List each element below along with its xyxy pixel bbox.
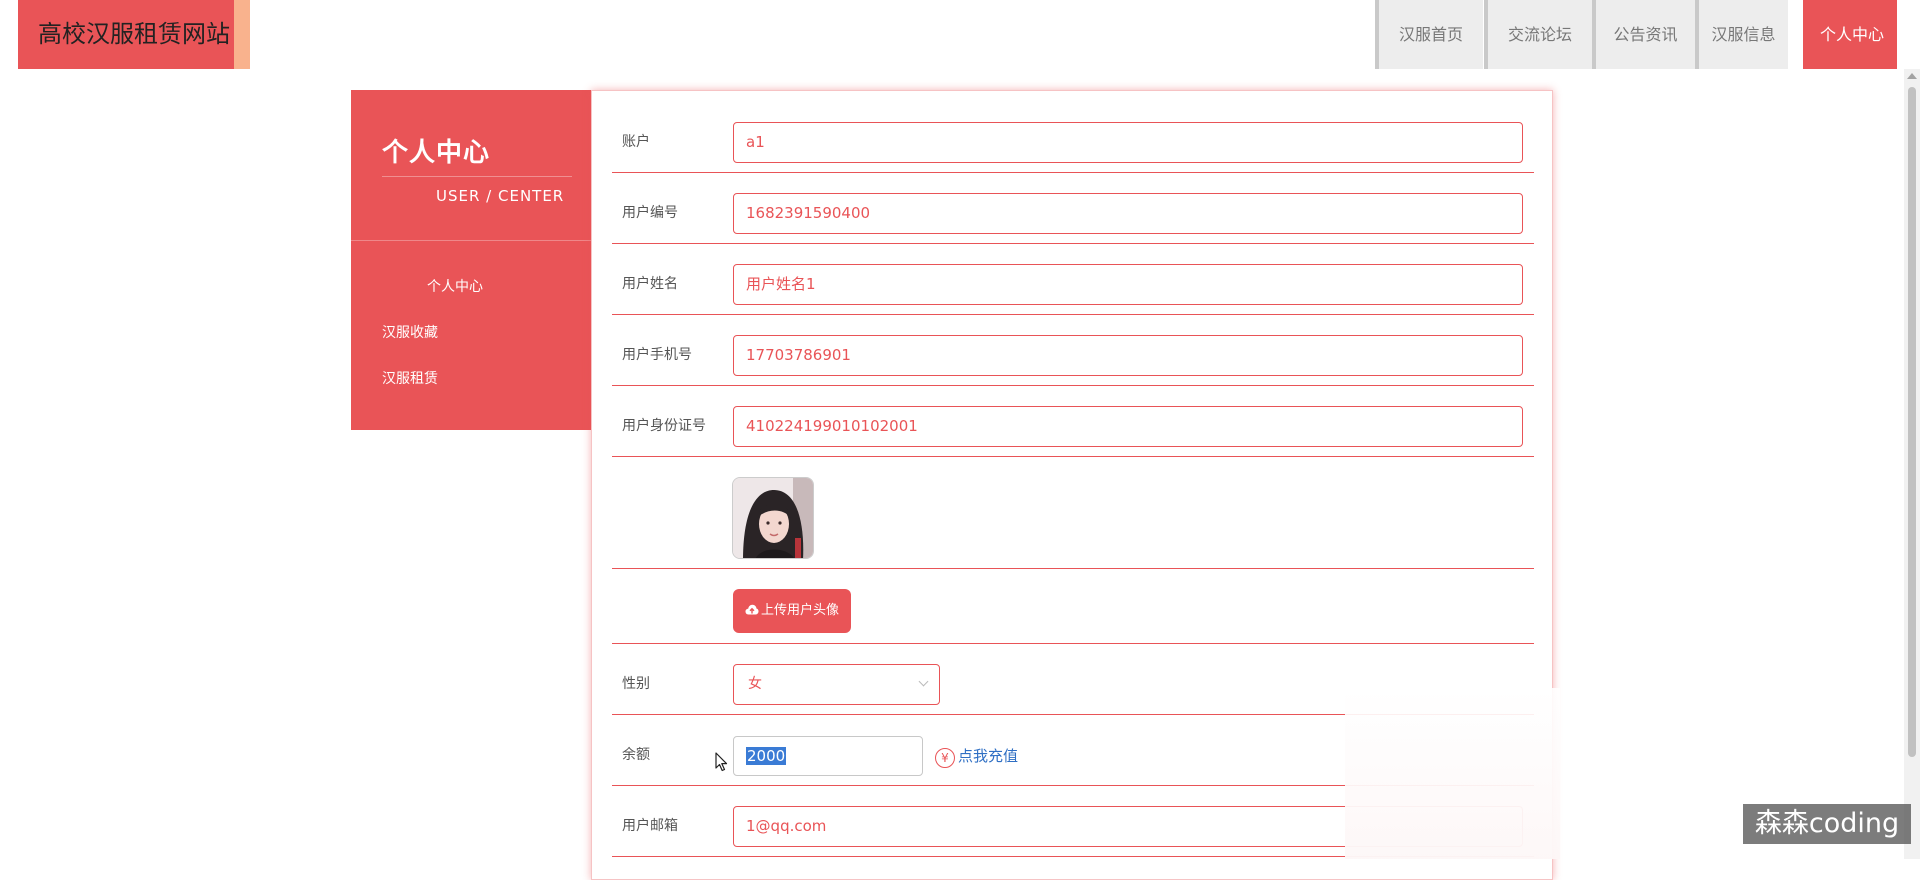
upload-avatar-button[interactable]: 上传用户头像	[733, 589, 851, 633]
scroll-up-arrow-icon[interactable]	[1907, 73, 1917, 79]
sidebar-subtitle: USER / CENTER	[436, 187, 565, 205]
upload-avatar-label: 上传用户头像	[760, 603, 839, 618]
sidebar-divider	[351, 240, 591, 241]
scrollbar-thumb[interactable]	[1908, 87, 1916, 757]
sidebar-link-hanfu-rental[interactable]: 汉服租赁	[382, 368, 438, 388]
watermark: 森森coding	[1743, 804, 1911, 844]
user-no-label: 用户编号	[622, 205, 678, 221]
user-avatar	[732, 477, 814, 559]
nav-item-personal-center[interactable]: 个人中心	[1803, 0, 1897, 69]
email-label: 用户邮箱	[622, 818, 678, 834]
nav-item-hanfu-home[interactable]: 汉服首页	[1375, 0, 1483, 69]
recharge-link[interactable]: ¥ 点我充值	[935, 745, 1018, 768]
phone-field[interactable]: 17703786901	[733, 335, 1523, 376]
sidebar-title: 个人中心	[382, 138, 491, 168]
sidebar-link-personal-center[interactable]: 个人中心	[427, 276, 483, 296]
video-fade-overlay	[1345, 688, 1560, 859]
sidebar: 个人中心 USER / CENTER 个人中心 汉服收藏 汉服租赁	[351, 90, 591, 430]
form-row-upload: 上传用户头像	[612, 569, 1534, 644]
form-row-account: 账户 a1	[612, 91, 1534, 173]
form-row-user-name: 用户姓名 用户姓名1	[612, 244, 1534, 315]
yen-circle-icon: ¥	[935, 748, 955, 768]
id-card-field[interactable]: 410224199010102001	[733, 406, 1523, 447]
gender-select[interactable]: 女	[733, 664, 940, 705]
page-scrollbar[interactable]	[1904, 69, 1920, 859]
user-name-field[interactable]: 用户姓名1	[733, 264, 1523, 305]
form-row-user-no: 用户编号 1682391590400	[612, 173, 1534, 244]
id-card-label: 用户身份证号	[622, 418, 706, 434]
user-no-field[interactable]: 1682391590400	[733, 193, 1523, 234]
sidebar-divider	[382, 176, 572, 177]
nav-item-hanfu-info[interactable]: 汉服信息	[1695, 0, 1788, 69]
form-row-phone: 用户手机号 17703786901	[612, 315, 1534, 386]
balance-input[interactable]: 2000	[733, 736, 923, 776]
gender-value: 女	[748, 676, 762, 692]
avatar-portrait-icon	[733, 478, 813, 558]
chevron-down-icon	[918, 676, 929, 687]
form-row-avatar	[612, 457, 1534, 569]
nav-item-forum[interactable]: 交流论坛	[1484, 0, 1592, 69]
balance-value: 2000	[746, 747, 787, 765]
nav-item-announcements[interactable]: 公告资讯	[1592, 0, 1695, 69]
site-logo-title[interactable]: 高校汉服租赁网站	[18, 0, 250, 69]
gender-label: 性别	[622, 676, 650, 692]
phone-label: 用户手机号	[622, 347, 692, 363]
sidebar-link-hanfu-favorites[interactable]: 汉服收藏	[382, 322, 438, 342]
account-field[interactable]: a1	[733, 122, 1523, 163]
user-name-label: 用户姓名	[622, 276, 678, 292]
recharge-label: 点我充值	[958, 747, 1019, 765]
mouse-cursor-icon	[715, 752, 728, 772]
cloud-upload-icon	[745, 604, 759, 615]
form-row-id-card: 用户身份证号 410224199010102001	[612, 386, 1534, 457]
account-label: 账户	[622, 134, 650, 150]
balance-label: 余额	[622, 747, 650, 763]
